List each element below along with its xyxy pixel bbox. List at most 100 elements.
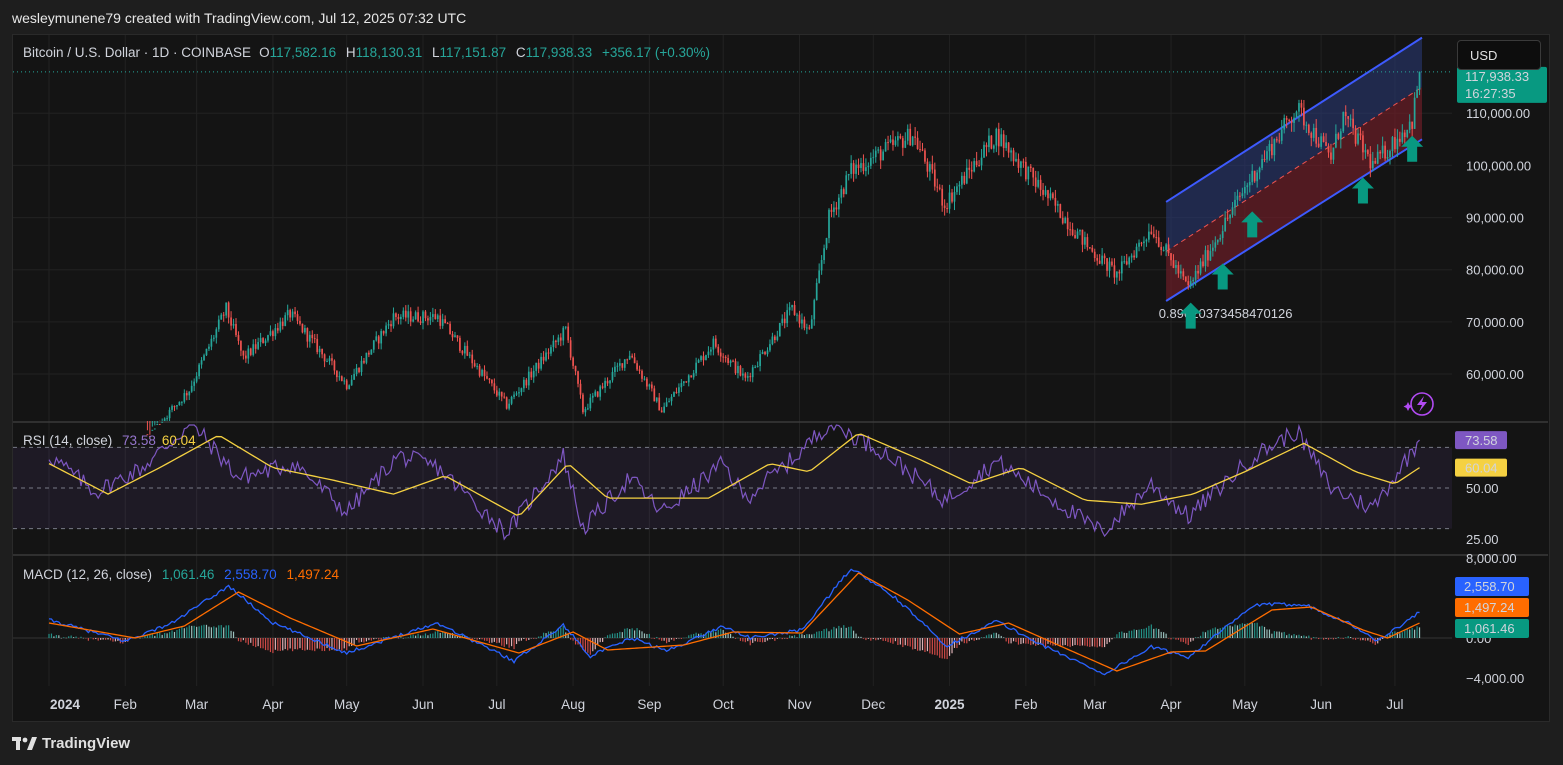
candle-body: [291, 311, 294, 318]
macd-histogram-bar: [944, 638, 946, 659]
candle-body: [1243, 187, 1246, 194]
macd-histogram-bar: [1418, 627, 1421, 638]
candle-body: [1165, 244, 1167, 250]
macd-histogram-bar: [1153, 628, 1155, 638]
candle-body: [714, 338, 717, 347]
price-candle: [682, 381, 685, 387]
macd-histogram-bar: [343, 638, 345, 649]
candle-body: [1135, 246, 1138, 258]
macd-histogram-bar: [173, 631, 176, 638]
price-candle: [727, 354, 729, 366]
macd-histogram-bar: [980, 637, 983, 638]
candle-body: [1226, 217, 1229, 219]
candle-body: [926, 161, 929, 172]
macd-histogram-bar: [781, 638, 783, 640]
macd-histogram-bar: [1167, 638, 1170, 639]
candle-body: [208, 346, 210, 349]
candle-body: [1029, 166, 1032, 168]
macd-histogram-bar: [1111, 638, 1113, 640]
macd-histogram-bar: [688, 635, 690, 638]
macd-histogram-bar: [823, 629, 825, 638]
currency-button[interactable]: USD: [1457, 40, 1541, 70]
symbol-label[interactable]: Bitcoin / U.S. Dollar · 1D · COINBASE: [23, 45, 251, 60]
price-candle: [941, 184, 944, 212]
macd-histogram-bar: [1150, 624, 1152, 638]
macd-histogram-bar: [1352, 638, 1354, 640]
macd-histogram-bar: [481, 638, 483, 640]
candle-body: [862, 163, 865, 172]
candle-body: [252, 344, 255, 355]
candle-body: [719, 352, 722, 357]
low-value: 117,151.87: [439, 45, 507, 60]
candle-body: [431, 314, 434, 317]
candle-body: [476, 365, 479, 367]
price-candle: [946, 202, 948, 213]
macd-histogram-bar: [806, 634, 808, 638]
candle-body: [1303, 107, 1305, 126]
macd-histogram-bar: [855, 633, 857, 638]
candle-body: [1386, 157, 1389, 159]
candle-body: [1271, 143, 1273, 156]
macd-histogram-bar: [530, 638, 532, 639]
macd-histogram-bar: [1020, 638, 1022, 645]
price-candle: [653, 385, 656, 402]
price-candle: [395, 312, 397, 321]
candle-body: [552, 340, 555, 348]
candle-body: [687, 375, 690, 383]
price-candle: [847, 173, 850, 181]
macd-histogram-bar: [476, 638, 478, 640]
price-candle: [240, 340, 242, 357]
candle-body: [1088, 247, 1091, 249]
price-candle: [439, 308, 442, 330]
rsi-tick-label: 25.00: [1466, 532, 1499, 547]
macd-histogram-bar: [257, 638, 259, 647]
candle-body: [1002, 134, 1005, 149]
candle-body: [690, 375, 693, 378]
price-candle: [997, 122, 1000, 156]
macd-histogram-bar: [870, 638, 872, 641]
candle-body: [215, 329, 218, 338]
macd-histogram-bar: [1327, 638, 1330, 640]
price-candle: [655, 397, 658, 403]
x-axis-tick-label: Dec: [861, 697, 885, 712]
chart-svg[interactable]: 110,000.00 100,000.00 90,000.00 80,000.00 70…: [0, 0, 1563, 765]
macd-histogram-bar: [865, 638, 867, 641]
candle-body: [1379, 151, 1382, 154]
candle-body: [345, 380, 348, 389]
macd-histogram-bar: [102, 638, 104, 640]
footer-brand[interactable]: TradingView: [12, 735, 130, 752]
price-candle: [368, 350, 370, 358]
candle-body: [1236, 195, 1239, 200]
high-value: 118,130.31: [355, 45, 423, 60]
candle-body: [1172, 260, 1175, 268]
candle-body: [562, 327, 565, 341]
macd-label[interactable]: MACD (12, 26, close): [23, 567, 152, 582]
candle-body: [1211, 247, 1214, 251]
macd-histogram-bar: [769, 638, 771, 640]
candle-body: [532, 370, 535, 378]
macd-histogram-bar: [934, 638, 936, 655]
candle-body: [857, 164, 860, 168]
macd-histogram-bar: [995, 632, 997, 638]
price-candle: [1020, 160, 1022, 177]
macd-histogram-bar: [606, 635, 609, 638]
macd-histogram-bar: [198, 626, 200, 638]
macd-histogram-bar: [1057, 638, 1059, 645]
rsi-label[interactable]: RSI (14, close): [23, 433, 112, 448]
price-candle: [818, 263, 821, 284]
macd-histogram-bar: [793, 635, 796, 638]
macd-histogram-bar: [916, 638, 919, 651]
macd-histogram-bar: [1126, 632, 1128, 638]
candle-body: [247, 348, 250, 359]
macd-histogram-bar: [228, 625, 230, 638]
candle-body: [1339, 131, 1342, 139]
candle-body: [867, 165, 870, 168]
candle-body: [1371, 160, 1374, 169]
macd-histogram-bar: [801, 634, 803, 638]
candle-body: [1258, 167, 1261, 173]
macd-histogram-bar: [503, 638, 505, 647]
macd-histogram-bar: [983, 637, 985, 638]
price-candle: [220, 312, 223, 320]
candle-body: [1184, 276, 1187, 282]
rsi-value: 73.58: [122, 433, 156, 448]
